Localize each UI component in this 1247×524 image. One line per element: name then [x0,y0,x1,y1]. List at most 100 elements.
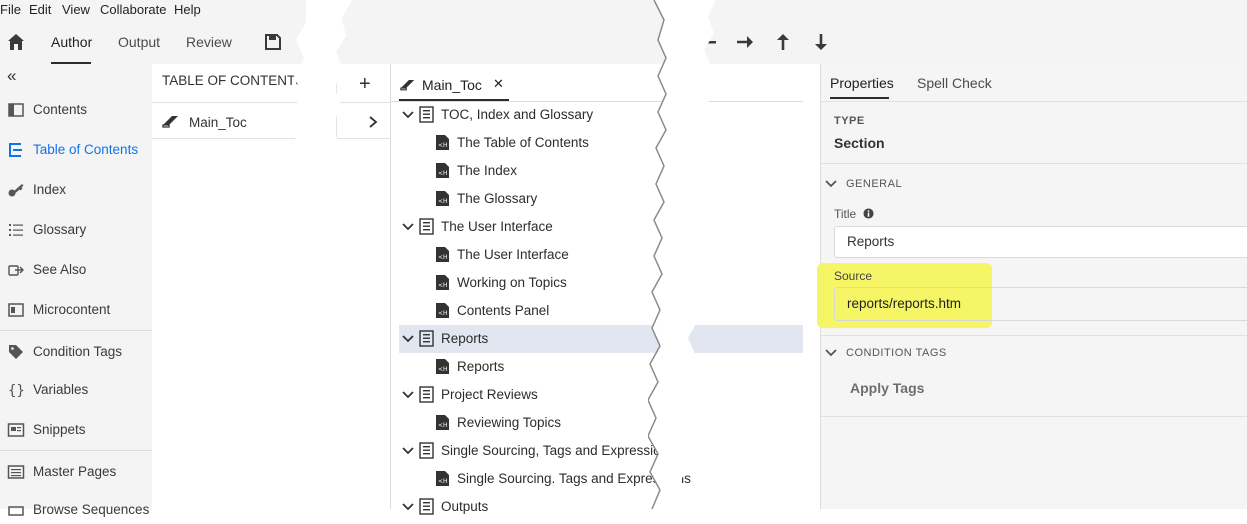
home-icon[interactable] [6,32,26,52]
info-icon[interactable] [863,208,874,219]
sequence-icon [8,506,24,516]
divider [821,416,1247,417]
nav-glossary[interactable]: Glossary [0,216,152,244]
type-label: TYPE [834,115,865,127]
move-right-icon[interactable] [735,32,755,52]
divider [821,101,1247,102]
tab-output[interactable]: Output [118,34,160,50]
tree-row-label: The User Interface [457,247,569,262]
source-field[interactable]: reports/reports.htm [834,287,1247,321]
tab-properties[interactable]: Properties [830,75,894,91]
tab-review[interactable]: Review [186,34,232,50]
topic-icon: <H [436,303,449,318]
tree-row-label: Outputs [441,499,489,514]
nav-table-of-contents[interactable]: Table of Contents [0,136,152,164]
title-field-value: Reports [847,234,895,249]
tree-topic-row[interactable]: <H Reviewing Topics [399,409,803,437]
chevron-down-icon[interactable] [402,110,414,120]
tree-topic-row[interactable]: <H The Table of Contents [399,129,803,157]
nav-browse-sequences[interactable]: Browse Sequences [0,496,152,524]
topic-icon: <H [436,471,449,486]
divider [821,163,1247,164]
tree-topic-row[interactable]: <H The Glossary [399,185,803,213]
nav-label: See Also [33,262,87,277]
menu-collaborate[interactable]: Collaborate [100,2,167,17]
nav-contents[interactable]: Contents [0,96,152,124]
nav-microcontent[interactable]: Microcontent [0,296,152,324]
menu-file[interactable]: File [0,2,21,17]
toc-item-label: Main_Toc [189,115,247,130]
toc-book-icon [400,80,415,91]
nav-label: Condition Tags [33,344,123,359]
chevron-down-icon[interactable] [402,502,414,512]
topic-icon: <H [436,275,449,290]
tree-topic-row[interactable]: <H Single Sourcing. Tags and Expressions [399,465,803,493]
tree-row-label: Contents Panel [457,303,550,318]
svg-text:<H: <H [438,422,448,429]
toc-icon [9,143,22,157]
chevron-down-icon[interactable] [402,222,414,232]
nav-label: Index [33,182,67,197]
key-icon [8,184,24,197]
nav-index[interactable]: Index [0,176,152,204]
apply-tags-button[interactable]: Apply Tags [850,380,924,396]
list-icon [9,224,23,236]
tree-section-row[interactable]: Project Reviews [399,381,803,409]
topic-icon: <H [436,163,449,178]
tree-section-row[interactable]: TOC, Index and Glossary [399,101,803,129]
chevron-right-icon[interactable] [368,116,378,128]
nav-see-also[interactable]: See Also [0,256,152,284]
chevron-down-icon[interactable] [402,334,414,344]
tag-icon [9,345,23,359]
section-icon [419,330,434,347]
title-field[interactable]: Reports [834,226,1247,258]
editor-tab-main-toc[interactable]: Main_Toc ✕ [399,72,509,100]
title-label: Title [834,207,857,221]
menu-bar: File Edit View Collaborate Help [0,0,1247,20]
nav-label: Browse Sequences [33,502,150,517]
tree-row-label: The User Interface [441,219,553,234]
nav-snippets[interactable]: Snippets [0,416,152,444]
menu-help[interactable]: Help [174,2,201,17]
nav-label: Snippets [33,422,86,437]
topic-icon: <H [436,415,449,430]
tree-topic-row[interactable]: <H The Index [399,157,803,185]
nav-label: Variables [33,382,89,397]
section-icon [419,106,434,123]
menu-view[interactable]: View [62,2,90,17]
condition-tags-section-label[interactable]: CONDITION TAGS [846,347,947,359]
tree-topic-row[interactable]: <H Contents Panel [399,297,803,325]
tab-spell-check[interactable]: Spell Check [917,75,992,91]
tree-topic-row[interactable]: <H Working on Topics [399,269,803,297]
move-down-icon[interactable] [811,32,831,52]
tree-topic-row[interactable]: <H Reports [399,353,803,381]
chevron-down-icon[interactable] [825,348,837,358]
nav-variables[interactable]: {} Variables [0,376,152,404]
tab-author[interactable]: Author [51,34,92,50]
nav-label: Master Pages [33,464,117,479]
tree-row-label: Reports [441,331,489,346]
nav-master-pages[interactable]: Master Pages [0,458,152,486]
nav-label: Glossary [33,222,87,237]
chevron-down-icon[interactable] [402,446,414,456]
tree-section-row[interactable]: Single Sourcing, Tags and Expressions [399,437,803,465]
menu-edit[interactable]: Edit [29,2,51,17]
move-up-icon[interactable] [773,32,793,52]
nav-condition-tags[interactable]: Condition Tags [0,338,152,366]
tree-row-label: TOC, Index and Glossary [441,107,594,122]
svg-text:<H: <H [438,282,448,289]
collapse-icon[interactable]: « [7,66,16,86]
type-value: Section [834,135,885,151]
chevron-down-icon[interactable] [402,390,414,400]
section-icon [419,442,434,459]
divider [821,335,1247,336]
source-label: Source [834,269,873,283]
chevron-down-icon[interactable] [825,179,837,189]
tree-topic-row[interactable]: <H The User Interface [399,241,803,269]
close-icon[interactable]: ✕ [493,76,504,92]
tree-section-row[interactable]: The User Interface [399,213,803,241]
tree-section-row[interactable]: Outputs [399,493,803,521]
tree-section-row[interactable]: Reports [399,325,803,353]
general-section-label[interactable]: GENERAL [846,178,902,190]
add-toc-icon[interactable]: + [359,73,371,96]
